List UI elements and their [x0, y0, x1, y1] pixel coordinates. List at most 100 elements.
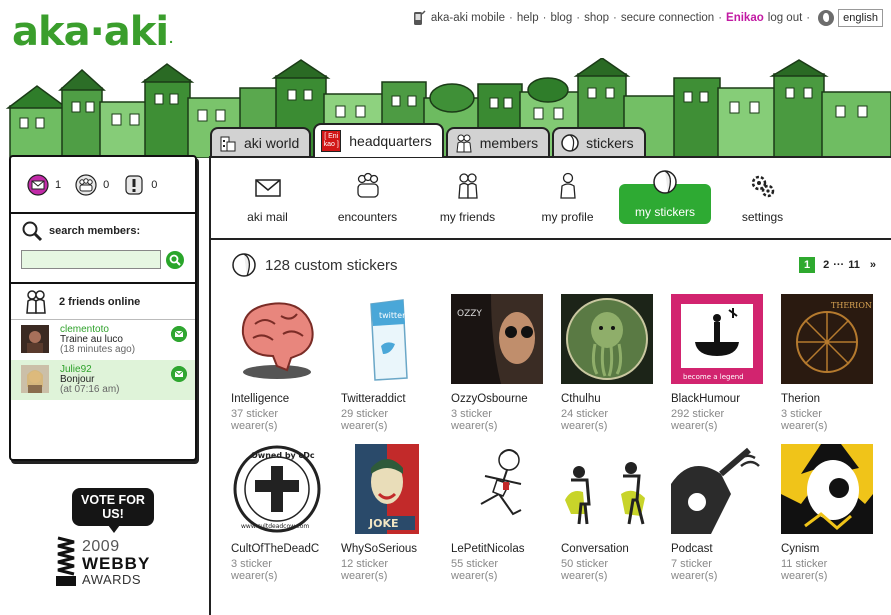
- tab-members[interactable]: members: [445, 127, 551, 157]
- headquarters-icon: [ Eni kao ]: [321, 130, 342, 152]
- tab-label: headquarters: [349, 133, 432, 149]
- mail-count: 1: [55, 178, 62, 191]
- sticker-wearer-unit: wearer(s): [781, 570, 828, 582]
- conversation-sticker-image: [561, 444, 653, 534]
- logo-dot: .: [169, 30, 173, 46]
- sticker-title[interactable]: BlackHumour: [671, 393, 767, 405]
- sticker-wearer-count: 29 sticker: [341, 408, 389, 420]
- sticker-card[interactable]: JOKE WhySoSerious 12 sticker wearer(s): [341, 444, 441, 582]
- alert-counter[interactable]: 0: [123, 174, 157, 196]
- friend-item-clementoto[interactable]: clementoto Traine au luco (18 minutes ag…: [11, 320, 195, 360]
- sticker-title[interactable]: Conversation: [561, 543, 657, 555]
- mail-icon: [27, 173, 49, 196]
- sticker-wearer-unit: wearer(s): [341, 570, 388, 582]
- send-message-icon[interactable]: [171, 326, 187, 342]
- sticker-title[interactable]: Cthulhu: [561, 393, 657, 405]
- subnav-my-stickers[interactable]: my stickers: [619, 170, 711, 224]
- user-name-link[interactable]: Enikao: [726, 12, 764, 24]
- friends-online-heading: 2 friends online: [11, 284, 195, 320]
- world-icon: [220, 136, 236, 152]
- notification-counters: 1 0 0: [11, 157, 195, 214]
- mobile-phone-icon: [413, 10, 426, 25]
- link-shop[interactable]: shop: [584, 12, 609, 24]
- link-secure-connection[interactable]: secure connection: [621, 12, 714, 24]
- blackhumour-slogan: become a legend: [683, 373, 744, 381]
- separator: ·: [542, 12, 547, 24]
- sticker-wearer-count: 3 sticker: [781, 408, 822, 420]
- friend-item-julie92[interactable]: Julie92 Bonjour (at 07:16 am): [11, 360, 195, 400]
- sticker-title[interactable]: Podcast: [671, 543, 767, 555]
- subnav-encounters[interactable]: encounters: [319, 172, 416, 224]
- language-globe-icon: [818, 10, 835, 26]
- link-aka-aki-mobile[interactable]: aka-aki mobile: [431, 12, 505, 24]
- tab-aki-world[interactable]: aki world: [210, 127, 312, 157]
- sticker-card[interactable]: Podcast 7 sticker wearer(s): [671, 444, 771, 582]
- webby-awards-text: AWARDS: [82, 572, 142, 587]
- subnav-aki-mail[interactable]: aki mail: [219, 172, 316, 224]
- stickers-heading: 128 custom stickers: [231, 252, 398, 278]
- tab-headquarters[interactable]: [ Eni kao ] headquarters: [313, 123, 444, 157]
- subnav-my-profile[interactable]: my profile: [519, 172, 616, 224]
- vote-for-us-bubble: VOTE FOR US!: [72, 488, 154, 533]
- sticker-card[interactable]: OZZY OzzyOsbourne 3 sticker wearer(s): [451, 294, 551, 432]
- page-2-link[interactable]: 2: [823, 259, 829, 271]
- sticker-title[interactable]: CultOfTheDeadC: [231, 543, 327, 555]
- mail-counter[interactable]: 1: [27, 173, 62, 196]
- encounters-count: 0: [103, 178, 110, 191]
- sticker-card[interactable]: Intelligence 37 sticker wearer(s): [231, 294, 331, 432]
- friend-time: (at 07:16 am): [60, 384, 120, 395]
- sticker-card[interactable]: Cthulhu 24 sticker wearer(s): [561, 294, 661, 432]
- sticker-icon: [232, 253, 256, 277]
- language-select[interactable]: english: [838, 9, 883, 27]
- tab-label: aki world: [244, 135, 300, 151]
- webby-spring-icon: [56, 536, 76, 586]
- magnifier-icon: [22, 221, 43, 242]
- webby-awards-badge[interactable]: VOTE FOR US! 2009 WEBBY AWARDS: [54, 488, 166, 592]
- subnav-label: encounters: [337, 210, 398, 224]
- sticker-card[interactable]: twitter Twitteraddict 29 sticker wearer(…: [341, 294, 441, 432]
- link-blog[interactable]: blog: [550, 12, 572, 24]
- separator: ·: [613, 12, 617, 24]
- cdc-slogan: Øwned by cDc: [251, 450, 315, 460]
- sticker-title[interactable]: Twitteraddict: [341, 393, 437, 405]
- send-message-icon[interactable]: [171, 366, 187, 382]
- members-icon: [456, 134, 472, 153]
- next-page-link[interactable]: »: [870, 259, 876, 271]
- sticker-card[interactable]: become a legend BlackHumour 292 sticker …: [671, 294, 771, 432]
- sticker-title[interactable]: LePetitNicolas: [451, 543, 547, 555]
- sticker-icon: [653, 170, 677, 194]
- link-help[interactable]: help: [517, 12, 539, 24]
- search-submit-button[interactable]: [166, 250, 184, 269]
- sticker-title[interactable]: Cynism: [781, 543, 877, 555]
- subnav-settings[interactable]: settings: [714, 172, 811, 224]
- twitter-pack-sticker-image: twitter: [370, 299, 408, 381]
- sticker-card[interactable]: THERION Therion 3 sticker wearer(s): [781, 294, 881, 432]
- friend-time: (18 minutes ago): [60, 344, 136, 355]
- sticker-card[interactable]: Øwned by cDc www.cultdeadcow.com CultOfT…: [231, 444, 331, 582]
- ozzy-wordmark: OZZY: [457, 309, 482, 319]
- sticker-card[interactable]: Cynism 11 sticker wearer(s): [781, 444, 881, 582]
- sticker-card[interactable]: Conversation 50 sticker wearer(s): [561, 444, 661, 582]
- sticker-title[interactable]: WhySoSerious: [341, 543, 437, 555]
- subnav-label: my profile: [541, 210, 594, 224]
- sticker-card[interactable]: LePetitNicolas 55 sticker wearer(s): [451, 444, 551, 582]
- alert-icon: [125, 174, 143, 195]
- sticker-title[interactable]: Intelligence: [231, 393, 327, 405]
- ozzy-sticker-image: OZZY: [451, 294, 543, 384]
- page-1-current[interactable]: 1: [799, 257, 816, 273]
- tab-stickers[interactable]: stickers: [552, 127, 646, 157]
- aka-aki-logo[interactable]: aka·aki .: [12, 6, 173, 54]
- sticker-wearer-unit: wearer(s): [451, 570, 498, 582]
- sticker-title[interactable]: Therion: [781, 393, 877, 405]
- sticker-wearer-count: 37 sticker: [231, 408, 279, 420]
- search-members-input[interactable]: [21, 250, 161, 269]
- logout-link[interactable]: log out: [768, 12, 803, 24]
- main-tabs: aki world [ Eni kao ] headquarters membe…: [210, 123, 648, 157]
- page-11-link[interactable]: 11: [848, 259, 860, 271]
- subnav-my-friends[interactable]: my friends: [419, 172, 516, 224]
- sticker-title[interactable]: OzzyOsbourne: [451, 393, 547, 405]
- sticker-wearer-count: 3 sticker: [451, 408, 492, 420]
- separator: ·: [806, 12, 811, 24]
- encounters-counter[interactable]: 0: [75, 173, 110, 196]
- le-petit-nicolas-sticker-image: [451, 444, 543, 534]
